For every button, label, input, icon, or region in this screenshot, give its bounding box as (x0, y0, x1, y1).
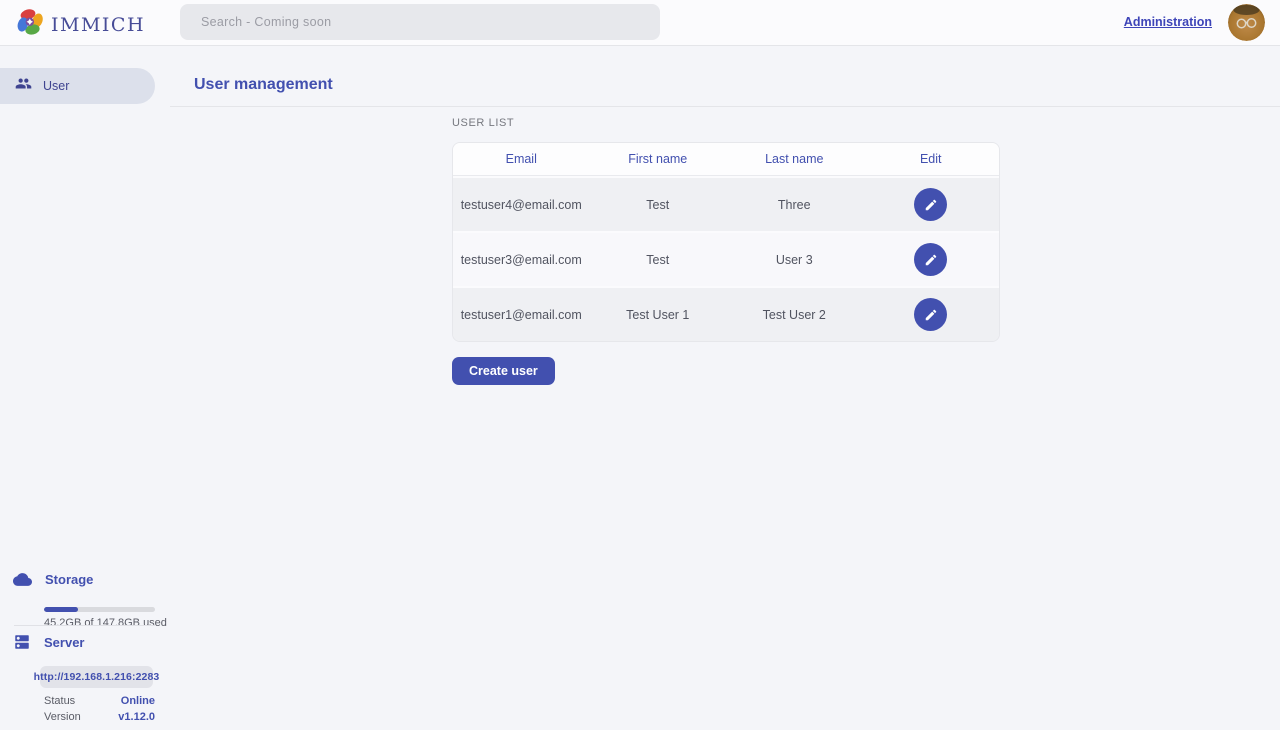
cell-last-name: Three (726, 178, 863, 231)
column-header-last-name: Last name (726, 143, 863, 175)
edit-user-button[interactable] (914, 298, 947, 331)
app-logo[interactable]: IMMICH (16, 8, 145, 41)
administration-link[interactable]: Administration (1124, 15, 1212, 29)
page: IMMICH Administration (0, 0, 1280, 730)
server-version-row: Version v1.12.0 (44, 711, 155, 723)
page-title: User management (194, 76, 333, 94)
sidebar-item-user[interactable]: User (0, 68, 155, 104)
column-header-email: Email (453, 143, 590, 175)
top-header: IMMICH Administration (0, 0, 1280, 46)
user-avatar[interactable] (1228, 4, 1265, 41)
storage-progress-fill (44, 607, 78, 612)
pencil-icon (924, 253, 938, 267)
cell-first-name: Test User 1 (590, 288, 727, 341)
server-title: Server (44, 635, 84, 650)
server-panel: Server http://192.168.1.216:2283 Status … (0, 633, 170, 723)
sidebar-divider (14, 625, 155, 626)
cell-email: testuser3@email.com (453, 233, 590, 286)
table-row: testuser3@email.com Test User 3 (453, 231, 999, 286)
version-value: v1.12.0 (118, 711, 155, 723)
cloud-icon (13, 570, 32, 589)
server-status-row: Status Online (44, 695, 155, 707)
immich-flower-icon (16, 8, 44, 41)
cell-first-name: Test (590, 233, 727, 286)
user-table: Email First name Last name Edit testuser… (452, 142, 1000, 342)
storage-usage-text: 45.2GB of 147.8GB used (44, 617, 167, 629)
status-label: Status (44, 695, 75, 707)
pencil-icon (924, 308, 938, 322)
user-list-label: USER LIST (452, 117, 514, 129)
edit-user-button[interactable] (914, 188, 947, 221)
cell-email: testuser1@email.com (453, 288, 590, 341)
create-user-button[interactable]: Create user (452, 357, 555, 385)
table-header-row: Email First name Last name Edit (453, 143, 999, 176)
cell-last-name: Test User 2 (726, 288, 863, 341)
table-row: testuser1@email.com Test User 1 Test Use… (453, 286, 999, 341)
status-value: Online (121, 695, 155, 707)
cell-last-name: User 3 (726, 233, 863, 286)
cell-first-name: Test (590, 178, 727, 231)
logo-wordmark: IMMICH (51, 14, 145, 36)
storage-progress-bar (44, 607, 155, 612)
users-icon (15, 75, 32, 97)
table-row: testuser4@email.com Test Three (453, 176, 999, 231)
version-label: Version (44, 711, 81, 723)
server-icon (13, 633, 31, 651)
title-divider (170, 106, 1280, 107)
server-url-chip: http://192.168.1.216:2283 (40, 666, 153, 688)
search-input[interactable] (180, 4, 660, 40)
column-header-first-name: First name (590, 143, 727, 175)
storage-panel: Storage 45.2GB of 147.8GB used (0, 570, 170, 630)
storage-title: Storage (45, 572, 93, 587)
cell-email: testuser4@email.com (453, 178, 590, 231)
sidebar-item-user-label: User (43, 79, 69, 93)
column-header-edit: Edit (863, 143, 1000, 175)
edit-user-button[interactable] (914, 243, 947, 276)
pencil-icon (924, 198, 938, 212)
